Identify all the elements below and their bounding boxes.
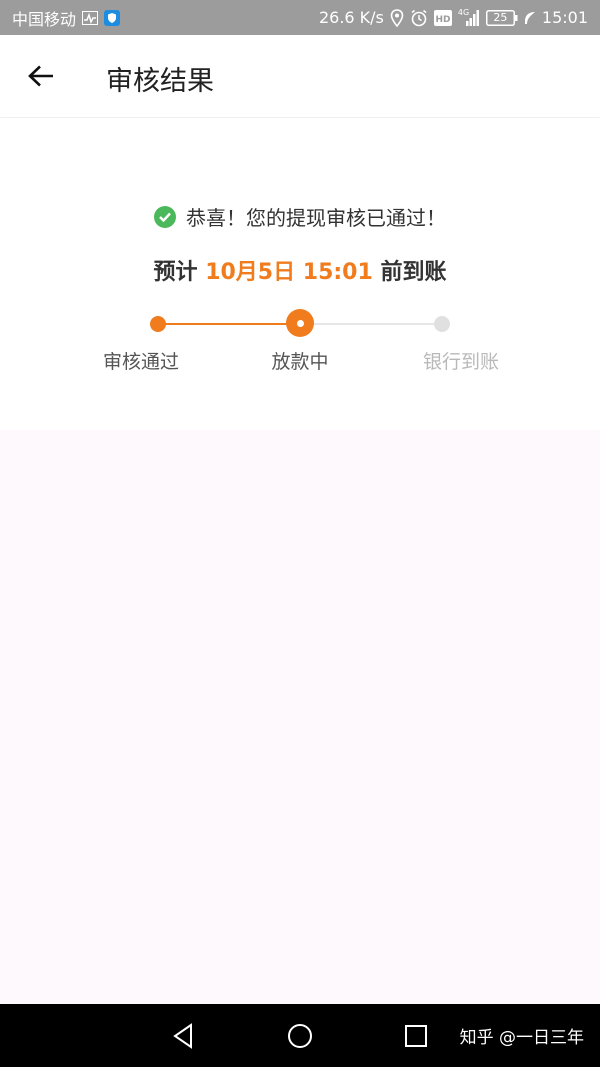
nav-recent-button[interactable] — [398, 1018, 434, 1054]
network-type-label: 4G — [457, 7, 470, 17]
watermark-text: 知乎 @一日三年 — [459, 1028, 584, 1048]
progress-track-done — [158, 323, 300, 325]
status-right: 26.6 K/s HD 4G 25 15:01 — [319, 0, 588, 35]
check-circle-icon — [154, 205, 176, 228]
step-label-approved: 审核通过 — [102, 351, 179, 373]
status-bar: 中国移动 26.6 K/s HD 4G 25 15:01 — [0, 0, 600, 35]
system-nav-bar: 知乎 @一日三年 — [0, 1004, 600, 1067]
eta-prefix: 预计 — [153, 260, 198, 285]
back-button[interactable] — [22, 57, 60, 95]
step-dot-done — [150, 316, 166, 332]
svg-text:HD: HD — [435, 15, 450, 25]
battery-icon: 25 — [485, 9, 518, 26]
nav-back-button[interactable] — [165, 1018, 201, 1054]
success-message: 恭喜！您的提现审核已通过！ — [186, 206, 446, 230]
signal-icon: 4G — [457, 7, 480, 26]
nav-home-button[interactable] — [282, 1018, 318, 1054]
carrier-name: 中国移动 — [12, 9, 77, 29]
success-message-row: 恭喜！您的提现审核已通过！ — [0, 202, 600, 231]
battery-level: 25 — [493, 10, 508, 24]
step-dot-pending — [434, 316, 450, 332]
app-bar: 审核结果 — [0, 35, 600, 117]
leaf-icon — [524, 11, 536, 25]
activity-icon — [82, 10, 99, 25]
status-left: 中国移动 — [12, 0, 121, 35]
net-speed: 26.6 K/s — [318, 8, 384, 27]
alarm-icon — [410, 9, 428, 27]
step-label-bank-arrival: 银行到账 — [422, 351, 499, 373]
eta-time: 10月5日 15:01 — [205, 260, 373, 285]
eta-suffix: 前到账 — [380, 260, 447, 285]
result-card: 恭喜！您的提现审核已通过！ 预计 10月5日 15:01 前到账 审核通过 放款… — [0, 118, 600, 430]
hd-icon: HD — [433, 9, 452, 26]
page-title: 审核结果 — [106, 66, 214, 97]
arrow-left-icon — [28, 65, 54, 87]
step-label-disbursing: 放款中 — [271, 351, 329, 373]
triangle-back-icon — [172, 1023, 194, 1049]
eta-line: 预计 10月5日 15:01 前到账 — [0, 254, 600, 286]
status-time: 15:01 — [541, 8, 588, 27]
shield-app-icon — [104, 9, 121, 26]
progress-track-pending — [300, 323, 442, 325]
location-icon — [390, 8, 404, 27]
step-dot-current — [286, 309, 314, 337]
circle-home-icon — [287, 1023, 313, 1049]
square-recent-icon — [404, 1024, 428, 1048]
